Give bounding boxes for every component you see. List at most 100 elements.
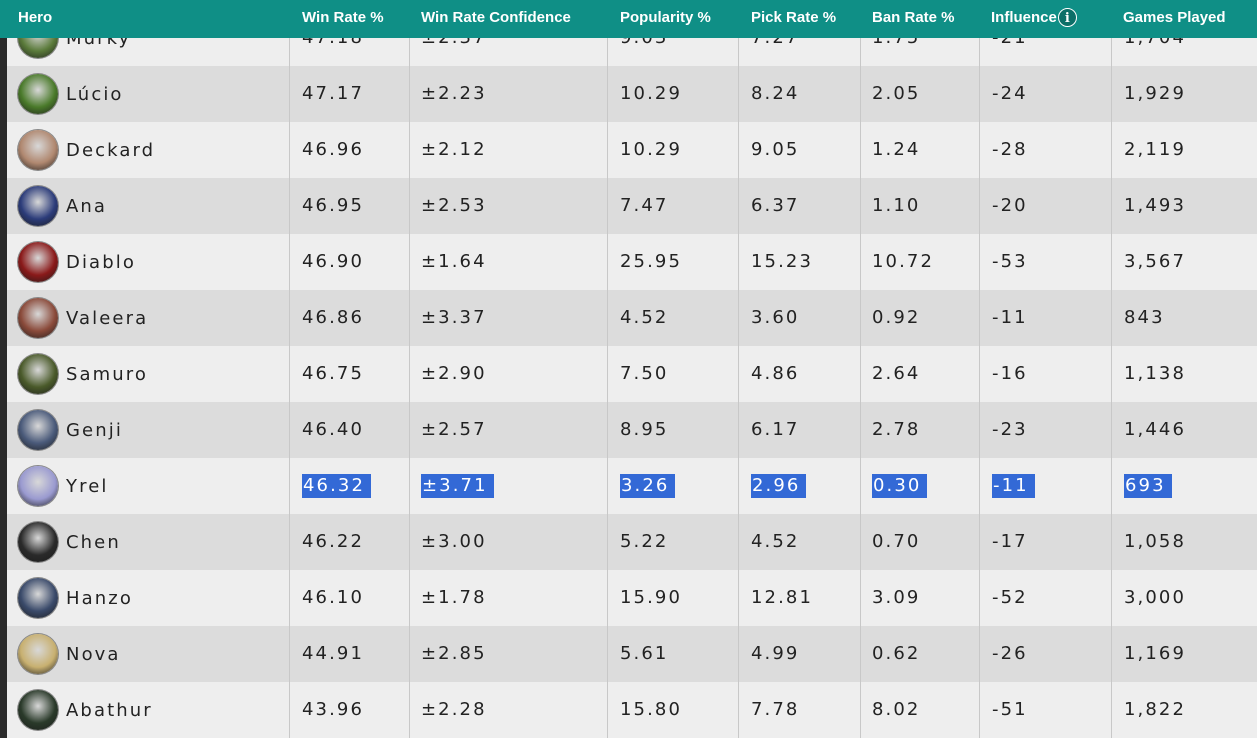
cell-value: 4.99 [751, 643, 800, 664]
hero-cell[interactable]: Chen [18, 514, 121, 570]
cell-value: 3.09 [872, 587, 921, 608]
cell-value: 1,169 [1124, 643, 1187, 664]
table-row[interactable]: Nova 44.91 ±2.85 5.61 4.99 0.62 -26 1,169 [7, 626, 1257, 682]
confidence-cell: ±2.12 [421, 122, 487, 178]
popularity-cell: 10.29 [620, 122, 682, 178]
selected-text: 3.26 [620, 474, 676, 498]
table-row[interactable]: Valeera 46.86 ±3.37 4.52 3.60 0.92 -11 843 [7, 290, 1257, 346]
hero-name[interactable]: Genji [66, 420, 123, 441]
cell-value: 1,929 [1124, 83, 1187, 104]
hero-name[interactable]: Hanzo [66, 588, 133, 609]
hero-name[interactable]: Diablo [66, 252, 136, 273]
cell-value: 3.60 [751, 307, 800, 328]
cell-value: -24 [992, 83, 1028, 104]
hero-name[interactable]: Samuro [66, 364, 148, 385]
hero-cell[interactable]: Hanzo [18, 570, 133, 626]
cell-value: 843 [1124, 307, 1165, 328]
popularity-cell: 3.26 [620, 458, 676, 514]
table-row[interactable]: Deckard 46.96 ±2.12 10.29 9.05 1.24 -28 2,119 [7, 122, 1257, 178]
hero-avatar [18, 242, 58, 282]
table-row[interactable]: Lúcio 47.17 ±2.23 10.29 8.24 2.05 -24 1,929 [7, 66, 1257, 122]
pick-rate-cell: 8.24 [751, 66, 799, 122]
hero-avatar [18, 74, 58, 114]
col-header-win-rate[interactable]: Win Rate % [302, 0, 384, 38]
hero-cell[interactable]: Lúcio [18, 66, 124, 122]
hero-name[interactable]: Nova [66, 644, 121, 665]
info-icon[interactable]: i [1057, 7, 1077, 27]
table-row[interactable]: Diablo 46.90 ±1.64 25.95 15.23 10.72 -53 3,567 [7, 234, 1257, 290]
cell-value: 4.52 [620, 307, 669, 328]
col-header-win-rate-confidence[interactable]: Win Rate Confidence [421, 0, 571, 38]
influence-cell: -11 [992, 458, 1035, 514]
influence-cell: -17 [992, 514, 1028, 570]
col-header-popularity[interactable]: Popularity % [620, 0, 711, 38]
selected-text: 2.96 [751, 474, 807, 498]
ban-rate-cell: 1.24 [872, 122, 920, 178]
hero-name[interactable]: Lúcio [66, 84, 124, 105]
hero-avatar [18, 410, 58, 450]
cell-value: 10.29 [620, 139, 683, 160]
col-header-ban-rate[interactable]: Ban Rate % [872, 0, 955, 38]
table-row[interactable]: Ana 46.95 ±2.53 7.47 6.37 1.10 -20 1,493 [7, 178, 1257, 234]
hero-cell[interactable]: Abathur [18, 682, 153, 738]
hero-cell[interactable]: Deckard [18, 122, 155, 178]
cell-value: ±2.85 [421, 643, 487, 664]
pick-rate-cell: 4.99 [751, 626, 799, 682]
hero-name[interactable]: Valeera [66, 308, 148, 329]
cell-value: 8.95 [620, 419, 669, 440]
col-header-pick-rate[interactable]: Pick Rate % [751, 0, 836, 38]
ban-rate-cell: 2.78 [872, 402, 920, 458]
cell-value: 4.52 [751, 531, 800, 552]
popularity-cell: 8.95 [620, 402, 668, 458]
hero-cell[interactable]: Genji [18, 402, 123, 458]
cell-value: -11 [992, 307, 1028, 328]
hero-avatar [18, 522, 58, 562]
hero-name[interactable]: Deckard [66, 140, 155, 161]
cell-value: 1.24 [872, 139, 921, 160]
hero-avatar [18, 298, 58, 338]
cell-value: 46.10 [302, 587, 365, 608]
hero-cell[interactable]: Valeera [18, 290, 148, 346]
games-played-cell: 2,119 [1124, 122, 1186, 178]
win-rate-cell: 46.96 [302, 122, 364, 178]
pick-rate-cell: 15.23 [751, 234, 813, 290]
cell-value: -52 [992, 587, 1028, 608]
hero-cell[interactable]: Samuro [18, 346, 148, 402]
table-row[interactable]: Yrel 46.32 ±3.71 3.26 2.96 0.30 -11 693 [7, 458, 1257, 514]
col-header-hero[interactable]: Hero [18, 0, 52, 38]
page-edge [0, 0, 7, 738]
pick-rate-cell: 7.78 [751, 682, 799, 738]
cell-value: ±2.53 [421, 195, 487, 216]
ban-rate-cell: 0.70 [872, 514, 920, 570]
cell-value: -17 [992, 531, 1028, 552]
hero-name[interactable]: Abathur [66, 700, 153, 721]
games-played-cell: 1,493 [1124, 178, 1186, 234]
cell-value: -16 [992, 363, 1028, 384]
cell-value: 46.22 [302, 531, 365, 552]
selected-text: 693 [1124, 474, 1172, 498]
table-row[interactable]: Samuro 46.75 ±2.90 7.50 4.86 2.64 -16 1,138 [7, 346, 1257, 402]
col-header-games-played[interactable]: Games Played [1123, 0, 1226, 38]
cell-value: 1.10 [872, 195, 921, 216]
table-row[interactable]: Abathur 43.96 ±2.28 15.80 7.78 8.02 -51 1,822 [7, 682, 1257, 738]
cell-value: ±1.78 [421, 587, 487, 608]
hero-cell[interactable]: Nova [18, 626, 121, 682]
cell-value: 1,822 [1124, 699, 1187, 720]
cell-value: 0.70 [872, 531, 921, 552]
hero-name[interactable]: Chen [66, 532, 121, 553]
table-row[interactable]: Chen 46.22 ±3.00 5.22 4.52 0.70 -17 1,058 [7, 514, 1257, 570]
hero-name[interactable]: Yrel [66, 476, 108, 497]
selected-text: -11 [992, 474, 1035, 498]
cell-value: -20 [992, 195, 1028, 216]
table-row[interactable]: Hanzo 46.10 ±1.78 15.90 12.81 3.09 -52 3,000 [7, 570, 1257, 626]
hero-avatar [18, 130, 58, 170]
hero-cell[interactable]: Ana [18, 178, 107, 234]
cell-value: 46.40 [302, 419, 365, 440]
influence-cell: -20 [992, 178, 1028, 234]
hero-cell[interactable]: Yrel [18, 458, 108, 514]
table-row[interactable]: Genji 46.40 ±2.57 8.95 6.17 2.78 -23 1,446 [7, 402, 1257, 458]
col-header-influence[interactable]: Influence i [991, 0, 1077, 38]
hero-cell[interactable]: Diablo [18, 234, 136, 290]
games-played-cell: 3,000 [1124, 570, 1186, 626]
hero-name[interactable]: Ana [66, 196, 107, 217]
